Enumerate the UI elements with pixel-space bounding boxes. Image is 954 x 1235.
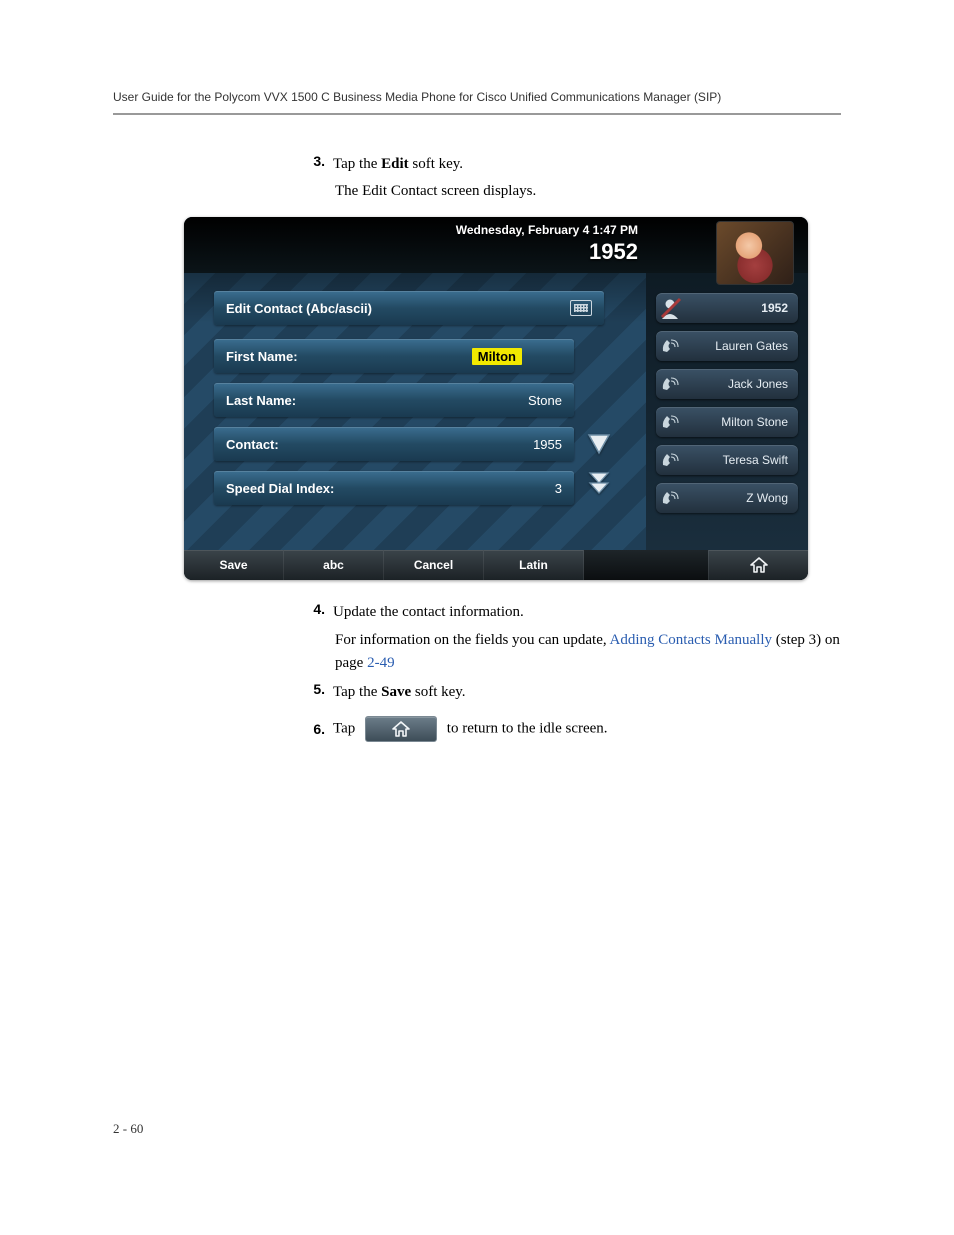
softkey-latin[interactable]: Latin: [484, 550, 584, 580]
step-6-a: Tap: [333, 720, 359, 736]
handset-icon: [660, 335, 682, 357]
softkey-abc[interactable]: abc: [284, 550, 384, 580]
panel-title: Edit Contact (Abc/ascii): [226, 301, 372, 316]
speed-dial-label: Speed Dial Index:: [226, 481, 334, 496]
last-name-field[interactable]: Last Name: Stone: [214, 383, 574, 417]
speed-dial-field[interactable]: Speed Dial Index: 3: [214, 471, 574, 505]
softkey-cancel[interactable]: Cancel: [384, 550, 484, 580]
handset-icon: [660, 373, 682, 395]
step-6-b: to return to the idle screen.: [447, 720, 608, 736]
step-4-sub: For information on the fields you can up…: [335, 629, 841, 674]
contact-sidebar: 1952 Lauren Gates Jack Jones: [646, 273, 808, 550]
device-topbar: Wednesday, February 4 1:47 PM 1952: [184, 217, 808, 273]
sidebar-extension-label: 1952: [761, 301, 788, 315]
sidebar-contact-4-label: Z Wong: [746, 491, 788, 505]
step-3-sub: The Edit Contact screen displays.: [335, 180, 841, 203]
inline-home-button: [365, 716, 437, 742]
sidebar-contact-3-label: Teresa Swift: [723, 453, 788, 467]
device-screenshot: Wednesday, February 4 1:47 PM 1952 Edit …: [184, 217, 808, 580]
link-page-2-49[interactable]: 2-49: [367, 655, 395, 671]
speed-dial-value: 3: [555, 481, 562, 496]
step-6-body: Tap to return to the idle screen.: [333, 716, 841, 742]
handset-icon: [660, 487, 682, 509]
step-4-num: 4.: [303, 601, 333, 617]
softkey-spacer: [584, 550, 708, 580]
sidebar-contact-3[interactable]: Teresa Swift: [656, 445, 798, 475]
last-name-value: Stone: [528, 393, 562, 408]
sidebar-contact-4[interactable]: Z Wong: [656, 483, 798, 513]
step-4-body: Update the contact information.: [333, 601, 841, 624]
avatar: [716, 221, 794, 285]
step-3-num: 3.: [303, 153, 333, 169]
contact-label: Contact:: [226, 437, 279, 452]
sidebar-contact-2-label: Milton Stone: [721, 415, 788, 429]
step-6-num: 6.: [303, 721, 333, 737]
step-5: 5. Tap the Save soft key.: [303, 681, 841, 704]
softkey-save[interactable]: Save: [184, 550, 284, 580]
sidebar-contact-2[interactable]: Milton Stone: [656, 407, 798, 437]
sidebar-contact-0-label: Lauren Gates: [715, 339, 788, 353]
step-3-b: soft key.: [409, 156, 463, 172]
link-adding-contacts[interactable]: Adding Contacts Manually: [610, 632, 772, 648]
contact-value: 1955: [533, 437, 562, 452]
step-3: 3. Tap the Edit soft key.: [303, 153, 841, 176]
first-name-field[interactable]: First Name: Milton: [214, 339, 574, 373]
step-3-body: Tap the Edit soft key.: [333, 153, 841, 176]
scroll-page-down-button[interactable]: [586, 471, 612, 497]
softkey-home[interactable]: [708, 550, 808, 580]
keyboard-icon[interactable]: [570, 300, 592, 316]
step-5-num: 5.: [303, 681, 333, 697]
step-5-b: soft key.: [411, 684, 465, 700]
page-footer: 2 - 60: [113, 1121, 143, 1137]
contact-field[interactable]: Contact: 1955: [214, 427, 574, 461]
handset-icon: [660, 449, 682, 471]
scroll-down-button[interactable]: [586, 431, 612, 457]
step-4-sub-a: For information on the fields you can up…: [335, 632, 610, 648]
first-name-label: First Name:: [226, 349, 298, 364]
sidebar-contact-1-label: Jack Jones: [728, 377, 788, 391]
page-header: User Guide for the Polycom VVX 1500 C Bu…: [113, 90, 841, 110]
step-5-a: Tap the: [333, 684, 381, 700]
last-name-label: Last Name:: [226, 393, 296, 408]
step-5-body: Tap the Save soft key.: [333, 681, 841, 704]
home-icon: [391, 720, 411, 738]
home-icon: [749, 556, 769, 574]
sidebar-extension[interactable]: 1952: [656, 293, 798, 323]
first-name-value[interactable]: Milton: [472, 348, 522, 365]
person-off-icon: [658, 295, 684, 321]
step-6: 6. Tap to return to the idle screen.: [303, 716, 841, 742]
header-rule: [113, 113, 841, 115]
edit-contact-panel: Edit Contact (Abc/ascii) First Name: Mil…: [184, 273, 646, 550]
step-3-a: Tap the: [333, 156, 381, 172]
sidebar-contact-1[interactable]: Jack Jones: [656, 369, 798, 399]
panel-title-bar: Edit Contact (Abc/ascii): [214, 291, 604, 325]
device-extension: 1952: [589, 239, 638, 265]
step-5-bold: Save: [381, 684, 411, 700]
device-datetime: Wednesday, February 4 1:47 PM: [456, 223, 638, 237]
step-4: 4. Update the contact information.: [303, 601, 841, 624]
sidebar-contact-0[interactable]: Lauren Gates: [656, 331, 798, 361]
step-3-bold: Edit: [381, 156, 409, 172]
softkey-bar: Save abc Cancel Latin: [184, 550, 808, 580]
handset-icon: [660, 411, 682, 433]
